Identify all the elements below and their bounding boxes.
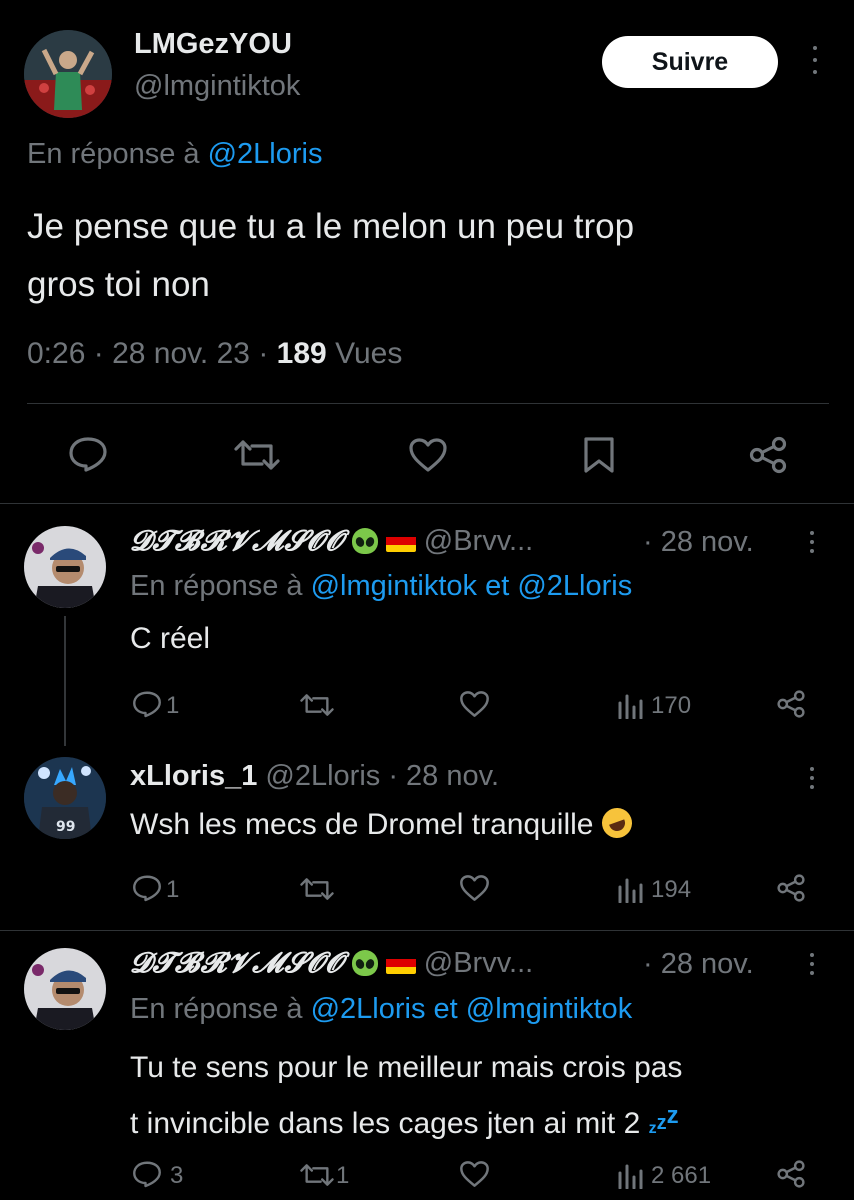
reply-icon[interactable]	[132, 874, 162, 902]
reply-text: Tu te sens pour le meilleur mais crois p…	[130, 1044, 682, 1153]
author-avatar[interactable]	[24, 30, 112, 118]
reply-mention[interactable]: @lmgintiktok	[466, 993, 632, 1025]
reply-icon[interactable]	[132, 1160, 162, 1188]
more-options-icon[interactable]	[808, 953, 816, 975]
reply-header: xLloris_1 @2Lloris · 28 nov.	[130, 760, 499, 793]
share-icon[interactable]	[748, 436, 788, 474]
reply-text: Wsh les mecs de Dromel tranquille	[130, 803, 637, 843]
views-count: 2 661	[651, 1162, 712, 1189]
rolling-laughing-emoji-icon	[597, 803, 637, 843]
reply-avatar[interactable]: 99	[24, 757, 106, 839]
retweet-icon[interactable]	[234, 438, 280, 472]
reply-date[interactable]: · 28 nov.	[388, 760, 499, 792]
reply-handle[interactable]: @Brvv...	[424, 525, 533, 557]
share-icon[interactable]	[776, 873, 806, 903]
more-options-icon[interactable]	[810, 46, 820, 74]
reply-text: C réel	[130, 622, 211, 655]
retweet-count: 1	[336, 1162, 350, 1189]
retweet-icon[interactable]	[300, 1162, 334, 1188]
reply-context: En réponse à @2Lloris	[27, 138, 322, 171]
like-icon[interactable]	[459, 1160, 490, 1188]
reply-to-mention[interactable]: @2Lloris	[208, 138, 323, 170]
tweet-time[interactable]: 0:26	[27, 337, 85, 370]
reply-conjunction: et	[433, 993, 458, 1025]
thread-line	[64, 616, 66, 746]
reply-mention[interactable]: @lmgintiktok	[311, 570, 477, 602]
reply-prefix: En réponse à	[27, 138, 200, 170]
zzz-emoji-icon: zzz	[648, 1102, 679, 1137]
reply-count: 3	[170, 1162, 184, 1189]
views-count: 170	[651, 692, 692, 719]
views-label: Vues	[335, 337, 403, 370]
reply-handle[interactable]: @Brvv...	[424, 947, 533, 979]
reply-text-line-2: t invincible dans les cages jten ai mit …	[130, 1102, 679, 1140]
reply-header: 𝓓𝓣𝓑𝓡𝓥𝓜𝓢𝓞𝓞 @Brvv...	[130, 524, 533, 558]
svg-text:99: 99	[56, 819, 75, 835]
views-icon[interactable]	[617, 693, 645, 719]
reply-avatar[interactable]	[24, 948, 106, 1030]
meta-separator: ·	[258, 337, 269, 370]
reply-context: En réponse à @lmgintiktok et @2Lloris	[130, 570, 632, 603]
share-icon[interactable]	[776, 689, 806, 719]
reply-display-name[interactable]: 𝓓𝓣𝓑𝓡𝓥𝓜𝓢𝓞𝓞	[130, 946, 344, 979]
share-icon[interactable]	[776, 1159, 806, 1189]
divider	[0, 503, 854, 504]
views-count: 194	[651, 876, 692, 903]
author-display-name[interactable]: LMGezYOU	[134, 28, 292, 61]
divider	[0, 930, 854, 931]
author-handle[interactable]: @lmgintiktok	[134, 70, 300, 103]
tweet-text-line-2: gros toi non	[27, 265, 210, 304]
meta-separator: ·	[93, 337, 104, 370]
like-icon[interactable]	[459, 874, 490, 902]
like-icon[interactable]	[459, 690, 490, 718]
reply-icon[interactable]	[132, 690, 162, 718]
reply-icon[interactable]	[68, 436, 108, 472]
tweet-text: Je pense que tu a le melon un peu trop g…	[27, 198, 634, 314]
alien-emoji-icon	[352, 528, 379, 554]
views-icon[interactable]	[617, 1163, 645, 1189]
reply-mention[interactable]: @2Lloris	[311, 993, 426, 1025]
reply-display-name[interactable]: 𝓓𝓣𝓑𝓡𝓥𝓜𝓢𝓞𝓞	[130, 524, 344, 557]
reply-date[interactable]: · 28 nov.	[643, 526, 754, 559]
reply-context: En réponse à @2Lloris et @lmgintiktok	[130, 993, 632, 1026]
tweet-date[interactable]: 28 nov. 23	[112, 337, 250, 370]
views-icon[interactable]	[617, 877, 645, 903]
reply-count: 1	[166, 876, 180, 903]
reply-avatar[interactable]	[24, 526, 106, 608]
bookmark-icon[interactable]	[583, 436, 615, 474]
reply-conjunction: et	[485, 570, 510, 602]
germany-flag-icon	[385, 952, 416, 974]
reply-count: 1	[166, 692, 180, 719]
follow-button[interactable]: Suivre	[602, 36, 778, 88]
reply-mention[interactable]: @2Lloris	[517, 570, 632, 602]
reply-prefix: En réponse à	[130, 993, 303, 1025]
divider	[27, 403, 829, 404]
tweet-meta: 0:26 · 28 nov. 23 · 189 Vues	[27, 337, 402, 371]
more-options-icon[interactable]	[808, 531, 816, 553]
reply-prefix: En réponse à	[130, 570, 303, 602]
reply-date[interactable]: · 28 nov.	[643, 948, 754, 981]
retweet-icon[interactable]	[300, 692, 334, 718]
reply-text-content: Wsh les mecs de Dromel tranquille	[130, 808, 594, 841]
alien-emoji-icon	[352, 950, 379, 976]
tweet-text-line-1: Je pense que tu a le melon un peu trop	[27, 207, 635, 246]
like-icon[interactable]	[408, 437, 448, 473]
views-count: 189	[276, 337, 327, 370]
retweet-icon[interactable]	[300, 876, 334, 902]
reply-handle[interactable]: @2Lloris	[265, 760, 380, 792]
germany-flag-icon	[385, 530, 416, 552]
reply-text-line-1: Tu te sens pour le meilleur mais crois p…	[130, 1051, 683, 1084]
reply-header: 𝓓𝓣𝓑𝓡𝓥𝓜𝓢𝓞𝓞 @Brvv...	[130, 946, 533, 980]
reply-display-name[interactable]: xLloris_1	[130, 760, 257, 792]
more-options-icon[interactable]	[808, 767, 816, 789]
